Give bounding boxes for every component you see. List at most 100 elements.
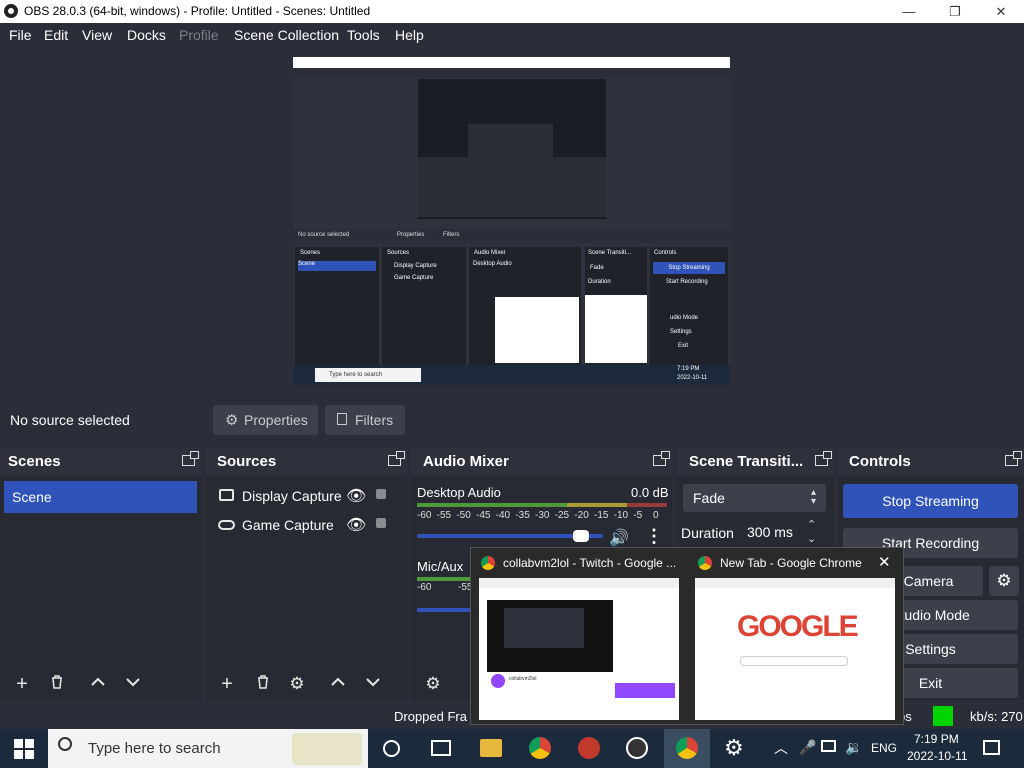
undock-icon[interactable]: [388, 451, 405, 466]
remove-scene-button[interactable]: [45, 672, 69, 696]
kebab-menu-icon[interactable]: ⋮: [645, 526, 663, 547]
menu-tools[interactable]: Tools: [347, 27, 380, 43]
settings-gear-icon[interactable]: ⚙: [724, 735, 744, 761]
menu-bar: File Edit View Docks Profile Scene Colle…: [0, 23, 1024, 48]
controls-header: Controls: [838, 448, 1024, 476]
duration-spinbox[interactable]: 300 ms ⌃ ⌄: [741, 518, 827, 546]
preview-stop-streaming-text: Stop Streaming: [668, 265, 710, 271]
menu-profile[interactable]: Profile: [179, 27, 219, 43]
menu-help[interactable]: Help: [395, 27, 424, 43]
gear-icon: ⚙: [425, 674, 441, 693]
lock-icon[interactable]: [376, 518, 386, 528]
undock-icon[interactable]: [1005, 451, 1022, 466]
add-scene-button[interactable]: +: [10, 672, 34, 696]
meter-scale-label: -60: [417, 510, 432, 521]
audio-mixer-header: Audio Mixer: [411, 448, 672, 476]
menu-docks[interactable]: Docks: [127, 27, 166, 43]
tray-chevron-up-icon[interactable]: ︿: [774, 738, 788, 758]
source-properties-button[interactable]: ⚙: [285, 672, 309, 696]
menu-scene-collection[interactable]: Scene Collection: [234, 27, 339, 43]
preview-mixer-title: Audio Mixer: [474, 250, 506, 256]
sources-title: Sources: [217, 453, 277, 470]
file-explorer-icon[interactable]: [480, 739, 502, 757]
properties-button[interactable]: ⚙ Properties: [213, 405, 318, 435]
menu-view[interactable]: View: [82, 27, 112, 43]
undock-icon[interactable]: [182, 451, 199, 466]
menu-file[interactable]: File: [9, 27, 32, 43]
gear-icon: ⚙: [996, 571, 1012, 590]
obs-taskbar-icon[interactable]: [626, 737, 648, 759]
language-indicator[interactable]: ENG: [871, 741, 897, 755]
transition-select[interactable]: Fade ▴ ▾: [683, 484, 826, 512]
notifications-icon[interactable]: [983, 740, 1000, 755]
maximize-button[interactable]: ❐: [932, 0, 978, 23]
meter-scale-label: -35: [515, 510, 530, 521]
monitor-icon: [219, 489, 234, 501]
properties-label: Properties: [244, 412, 308, 428]
mixer-settings-button[interactable]: ⚙: [421, 672, 445, 696]
sources-dock: Sources Display Capture 👁 Game Capture 👁…: [206, 448, 407, 700]
volume-slider-handle[interactable]: [572, 530, 589, 542]
remove-source-button[interactable]: [251, 672, 275, 696]
preview-menubar: [293, 68, 730, 78]
mic-volume-meter: [417, 577, 472, 581]
filters-button[interactable]: Filters: [325, 405, 405, 435]
volume-meter: [417, 503, 667, 507]
mic-volume-slider[interactable]: [417, 608, 472, 612]
move-source-up-button[interactable]: [326, 672, 350, 696]
move-source-down-button[interactable]: [361, 672, 385, 696]
transition-selected: Fade: [693, 490, 725, 506]
add-source-button[interactable]: +: [215, 672, 239, 696]
meter-scale-label: -10: [613, 510, 629, 521]
no-source-label: No source selected: [10, 412, 130, 428]
scenes-dock-header: Scenes: [0, 448, 201, 476]
preview-mixer-dock: Audio Mixer Desktop Audio: [469, 247, 581, 367]
twitch-thumbnail[interactable]: collabvm2lol: [479, 578, 679, 720]
microphone-icon[interactable]: 🎤: [799, 739, 816, 756]
meter-scale-label: -20: [574, 510, 589, 521]
meter-scale-label: -25: [554, 510, 570, 521]
clock-date[interactable]: 2022-10-11: [907, 749, 968, 763]
virtual-camera-settings-button[interactable]: ⚙: [989, 566, 1019, 596]
source-item[interactable]: Display Capture 👁: [206, 483, 407, 509]
preview-no-source-text: No source selected: [298, 232, 350, 238]
mic-meter-scale: -60 -55: [417, 582, 472, 596]
preview-window-new-tab[interactable]: New Tab - Google Chrome ✕: [690, 550, 900, 576]
task-view-icon[interactable]: [431, 740, 451, 756]
lock-icon[interactable]: [376, 489, 386, 499]
clock-time[interactable]: 7:19 PM: [914, 732, 959, 746]
undock-icon[interactable]: [653, 451, 670, 466]
new-tab-thumbnail[interactable]: GOOGLE: [695, 578, 895, 720]
network-icon[interactable]: [821, 740, 836, 752]
twitch-channel-name: collabvm2lol: [509, 676, 537, 682]
chevron-down-icon: [366, 678, 380, 687]
chrome-icon[interactable]: [529, 737, 551, 759]
close-preview-icon[interactable]: ✕: [878, 553, 891, 571]
menu-edit[interactable]: Edit: [44, 27, 68, 43]
speaker-icon[interactable]: 🔊: [609, 528, 629, 548]
preview-stop-streaming: Stop Streaming: [653, 262, 725, 274]
source-item[interactable]: Game Capture 👁: [206, 512, 407, 538]
app-icon[interactable]: [578, 737, 600, 759]
scene-item[interactable]: Scene: [4, 481, 197, 513]
eye-icon[interactable]: 👁: [346, 486, 366, 506]
minimize-button[interactable]: —: [886, 0, 932, 23]
sources-dock-header: Sources: [206, 448, 407, 476]
preview-canvas[interactable]: No source selected Properties Filters Sc…: [293, 57, 730, 385]
move-scene-down-button[interactable]: [121, 672, 145, 696]
move-scene-up-button[interactable]: [86, 672, 110, 696]
volume-icon[interactable]: 🔉: [845, 739, 862, 756]
preview-fade-text: Fade: [590, 265, 604, 271]
chrome-active-taskbar-item[interactable]: [664, 729, 710, 768]
chrome-icon: [481, 556, 495, 570]
undock-icon[interactable]: [815, 451, 832, 466]
windows-start-icon[interactable]: [14, 739, 34, 759]
preview-nested-capture: [418, 79, 606, 219]
cortana-icon[interactable]: [383, 740, 400, 757]
close-button[interactable]: ✕: [978, 0, 1024, 23]
preview-window-twitch[interactable]: collabvm2lol - Twitch - Google ...: [473, 550, 683, 576]
stop-streaming-button[interactable]: Stop Streaming: [843, 484, 1018, 518]
eye-icon[interactable]: 👁: [346, 515, 366, 535]
spinner-arrows-icon[interactable]: ⌃ ⌄: [807, 518, 816, 546]
taskbar-search-box[interactable]: Type here to search: [48, 729, 368, 768]
